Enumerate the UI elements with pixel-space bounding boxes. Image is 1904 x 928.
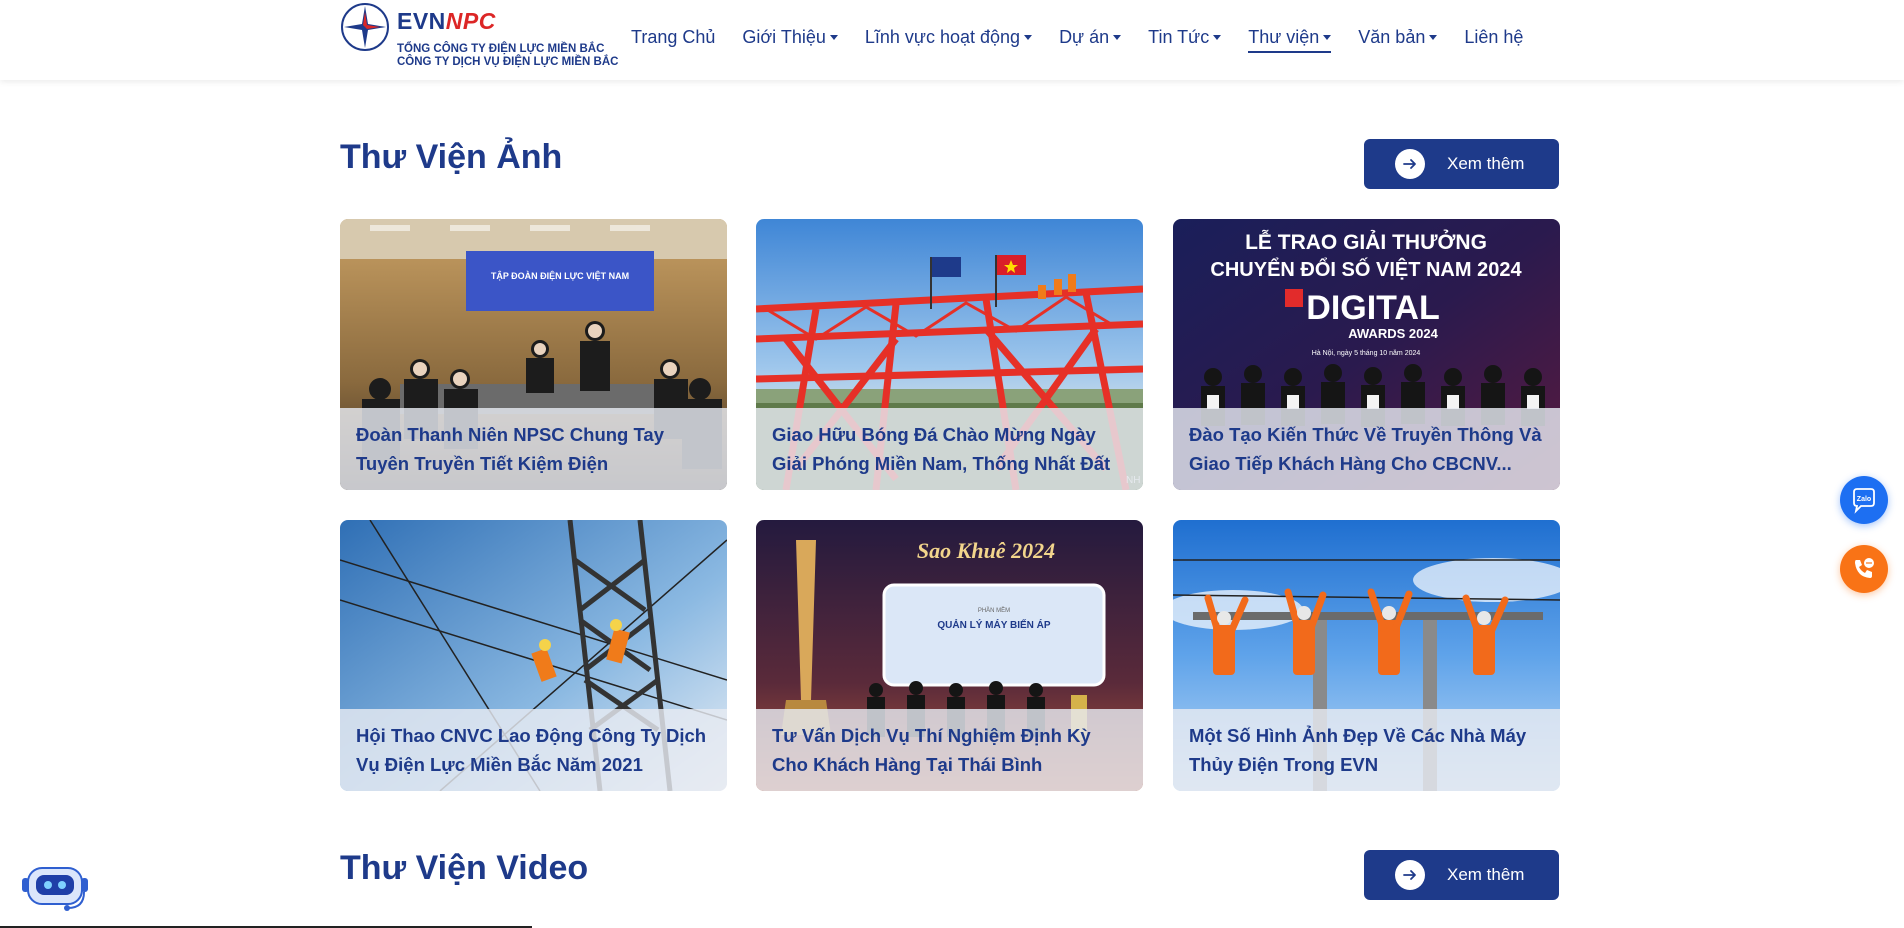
card-caption: Giao Hữu Bóng Đá Chào Mừng Ngày Giải Phó… xyxy=(756,408,1143,490)
card-title: Đoàn Thanh Niên NPSC Chung Tay Tuyên Tru… xyxy=(356,424,664,474)
chevron-down-icon xyxy=(1323,34,1332,40)
award-heading-1: LỄ TRAO GIẢI THƯỞNG xyxy=(1245,230,1487,254)
card-title: Đào Tạo Kiến Thức Về Truyền Thông Và Gia… xyxy=(1189,424,1542,474)
arrow-right-icon xyxy=(1395,860,1425,890)
video-section-title: Thư Viện Video xyxy=(340,849,589,887)
main-nav: Trang Chủ Giới Thiệu Lĩnh vực hoạt động … xyxy=(631,24,1523,53)
card-caption: Đoàn Thanh Niên NPSC Chung Tay Tuyên Tru… xyxy=(340,408,727,490)
award-logo-text: DIGITAL xyxy=(1306,289,1439,327)
card-title: Hội Thao CNVC Lao Động Công Ty Dịch Vụ Đ… xyxy=(356,725,707,775)
zalo-icon: Zalo xyxy=(1853,488,1875,514)
card-caption: Hội Thao CNVC Lao Động Công Ty Dịch Vụ Đ… xyxy=(340,709,727,791)
nav-item-thu-vien[interactable]: Thư viện xyxy=(1248,24,1332,53)
nav-label: Tin Tức xyxy=(1148,26,1210,47)
phone-chat-icon xyxy=(1855,558,1874,578)
chevron-down-icon xyxy=(1024,34,1033,40)
card-caption: Tư Vấn Dịch Vụ Thí Nghiệm Định Kỳ Cho Kh… xyxy=(756,709,1143,791)
nav-label: Trang Chủ xyxy=(631,26,716,47)
chevron-down-icon xyxy=(1113,34,1122,40)
nav-label: Thư viện xyxy=(1248,26,1320,47)
chatbot-button[interactable] xyxy=(20,858,90,914)
screen-text: TẬP ĐOÀN ĐIỆN LỰC VIỆT NAM xyxy=(491,270,629,281)
site-header: EVNNPC TỔNG CÔNG TY ĐIỆN LỰC MIỀN BẮC CÔ… xyxy=(0,0,1904,80)
card-title: Tư Vấn Dịch Vụ Thí Nghiệm Định Kỳ Cho Kh… xyxy=(772,725,1091,775)
robot-icon xyxy=(22,867,88,911)
chevron-down-icon xyxy=(1429,34,1438,40)
nav-label: Giới Thiệu xyxy=(742,26,826,47)
zalo-button[interactable]: Zalo xyxy=(1840,476,1888,524)
card-title: Một Số Hình Ảnh Đẹp Về Các Nhà Máy Thủy … xyxy=(1189,725,1527,775)
nav-item-linh-vuc[interactable]: Lĩnh vực hoạt động xyxy=(864,24,1033,50)
chevron-down-icon xyxy=(829,34,838,40)
nav-item-gioi-thieu[interactable]: Giới Thiệu xyxy=(742,24,838,50)
photo-card[interactable]: Một Số Hình Ảnh Đẹp Về Các Nhà Máy Thủy … xyxy=(1173,520,1560,791)
nav-label: Văn bản xyxy=(1358,26,1426,47)
photo-card[interactable]: TẬP ĐOÀN ĐIỆN LỰC VIỆT NAM Đoàn Thanh Ni… xyxy=(340,219,727,490)
award-logo-sub: AWARDS 2024 xyxy=(1348,326,1438,341)
photo-card[interactable]: LỄ TRAO GIẢI THƯỞNG CHUYỂN ĐỔI SỐ VIỆT N… xyxy=(1173,219,1560,490)
card-caption: Một Số Hình Ảnh Đẹp Về Các Nhà Máy Thủy … xyxy=(1173,709,1560,791)
photo-card[interactable]: NH Giao Hữu Bóng Đá Chào Mừng Ngày Giải … xyxy=(756,219,1143,490)
nav-item-lien-he[interactable]: Liên hệ xyxy=(1464,24,1523,50)
sao-khue-title: Sao Khuê 2024 xyxy=(917,538,1055,563)
nav-item-tin-tuc[interactable]: Tin Tức xyxy=(1148,24,1222,50)
logo-brand-evn: EVN xyxy=(397,8,446,34)
card-caption: Đào Tạo Kiến Thức Về Truyền Thông Và Gia… xyxy=(1173,408,1560,490)
phone-button[interactable] xyxy=(1840,545,1888,593)
nav-item-du-an[interactable]: Dự án xyxy=(1059,24,1122,50)
nav-label: Lĩnh vực hoạt động xyxy=(864,26,1021,47)
logo-brand-npc: NPC xyxy=(445,8,496,34)
photo-card[interactable]: Sao Khuê 2024 PHẦN MỀM QUẢN LÝ MÁY BIẾN … xyxy=(756,520,1143,791)
nav-label: Liên hệ xyxy=(1464,26,1524,47)
evn-logo-icon xyxy=(341,3,389,51)
award-heading-2: CHUYỂN ĐỔI SỐ VIỆT NAM 2024 xyxy=(1210,257,1522,281)
logo-subtitle-1: TỔNG CÔNG TY ĐIỆN LỰC MIỀN BẮC xyxy=(397,43,605,55)
card-title: Giao Hữu Bóng Đá Chào Mừng Ngày Giải Phó… xyxy=(772,424,1111,474)
certificate-text: QUẢN LÝ MÁY BIẾN ÁP xyxy=(937,618,1050,631)
more-button-label: Xem thêm xyxy=(1447,865,1525,884)
svg-text:Zalo: Zalo xyxy=(1857,496,1871,503)
photo-section-title: Thư Viện Ảnh xyxy=(340,138,563,176)
chevron-down-icon xyxy=(1213,34,1222,40)
certificate-label: PHẦN MỀM xyxy=(978,607,1010,614)
award-date: Hà Nội, ngày 5 tháng 10 năm 2024 xyxy=(1312,350,1421,357)
arrow-right-icon xyxy=(1395,149,1425,179)
photo-more-button[interactable]: Xem thêm xyxy=(1364,139,1559,189)
video-more-button[interactable]: Xem thêm xyxy=(1364,850,1559,900)
nav-label: Dự án xyxy=(1059,26,1110,47)
more-button-label: Xem thêm xyxy=(1447,154,1525,173)
site-logo[interactable]: EVNNPC TỔNG CÔNG TY ĐIỆN LỰC MIỀN BẮC CÔ… xyxy=(340,0,618,74)
nav-item-trang-chu[interactable]: Trang Chủ xyxy=(631,24,715,50)
logo-subtitle-2: CÔNG TY DỊCH VỤ ĐIỆN LỰC MIỀN BẮC xyxy=(397,56,619,68)
nav-item-van-ban[interactable]: Văn bản xyxy=(1358,24,1438,50)
photo-card[interactable]: Hội Thao CNVC Lao Động Công Ty Dịch Vụ Đ… xyxy=(340,520,727,791)
